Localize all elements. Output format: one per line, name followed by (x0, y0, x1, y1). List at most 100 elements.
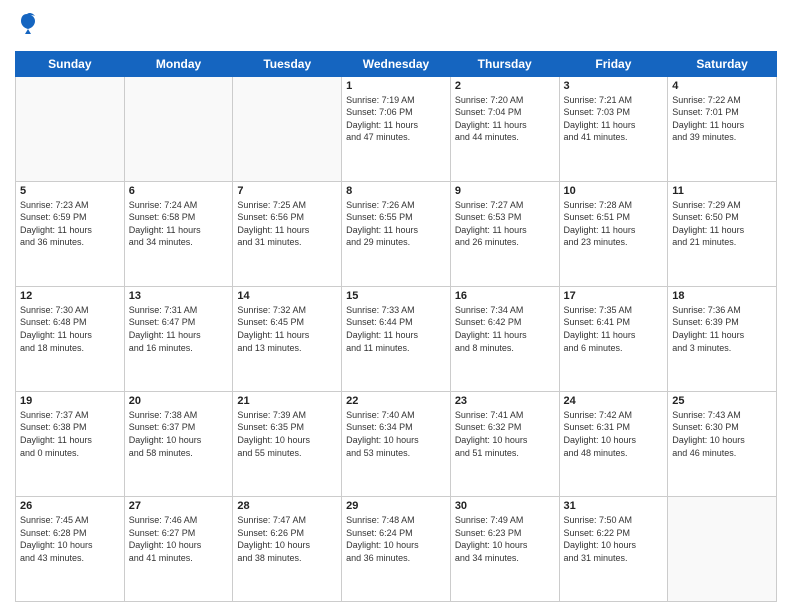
day-number: 23 (455, 395, 555, 407)
calendar-cell: 19 Sunrise: 7:37 AM Sunset: 6:38 PM Dayli… (16, 391, 125, 496)
day-info: Sunrise: 7:21 AM Sunset: 7:03 PM Dayligh… (564, 94, 664, 144)
calendar-cell: 25 Sunrise: 7:43 AM Sunset: 6:30 PM Dayli… (668, 391, 777, 496)
day-info: Sunrise: 7:27 AM Sunset: 6:53 PM Dayligh… (455, 199, 555, 249)
calendar-cell: 14 Sunrise: 7:32 AM Sunset: 6:45 PM Dayli… (233, 286, 342, 391)
day-number: 22 (346, 395, 446, 407)
calendar-cell: 1 Sunrise: 7:19 AM Sunset: 7:06 PM Daylig… (342, 76, 451, 181)
day-info: Sunrise: 7:23 AM Sunset: 6:59 PM Dayligh… (20, 199, 120, 249)
day-info: Sunrise: 7:31 AM Sunset: 6:47 PM Dayligh… (129, 304, 229, 354)
day-info: Sunrise: 7:47 AM Sunset: 6:26 PM Dayligh… (237, 514, 337, 564)
day-number: 30 (455, 500, 555, 512)
day-number: 19 (20, 395, 120, 407)
day-number: 18 (672, 290, 772, 302)
calendar-cell: 24Sunrise: 7:42 AM Sunset: 6:31 PM Dayli… (559, 391, 668, 496)
day-info: Sunrise: 7:28 AM Sunset: 6:51 PM Dayligh… (564, 199, 664, 249)
day-info: Sunrise: 7:39 AM Sunset: 6:35 PM Dayligh… (237, 409, 337, 459)
calendar-table: SundayMondayTuesdayWednesdayThursdayFrid… (15, 51, 777, 602)
header (15, 10, 777, 43)
day-number: 8 (346, 185, 446, 197)
calendar-cell: 20 Sunrise: 7:38 AM Sunset: 6:37 PM Dayli… (124, 391, 233, 496)
day-info: Sunrise: 7:29 AM Sunset: 6:50 PM Dayligh… (672, 199, 772, 249)
calendar-cell: 5 Sunrise: 7:23 AM Sunset: 6:59 PM Daylig… (16, 181, 125, 286)
day-info: Sunrise: 7:48 AM Sunset: 6:24 PM Dayligh… (346, 514, 446, 564)
calendar-cell: 28 Sunrise: 7:47 AM Sunset: 6:26 PM Dayli… (233, 496, 342, 601)
day-number: 2 (455, 80, 555, 92)
calendar-day-header: Sunday (16, 51, 125, 76)
calendar-cell: 30Sunrise: 7:49 AM Sunset: 6:23 PM Dayli… (450, 496, 559, 601)
day-info: Sunrise: 7:40 AM Sunset: 6:34 PM Dayligh… (346, 409, 446, 459)
day-info: Sunrise: 7:42 AM Sunset: 6:31 PM Dayligh… (564, 409, 664, 459)
day-number: 5 (20, 185, 120, 197)
calendar-week-row: 26 Sunrise: 7:45 AM Sunset: 6:28 PM Dayli… (16, 496, 777, 601)
calendar-cell: 15Sunrise: 7:33 AM Sunset: 6:44 PM Dayli… (342, 286, 451, 391)
calendar-cell: 2 Sunrise: 7:20 AM Sunset: 7:04 PM Daylig… (450, 76, 559, 181)
calendar-week-row: 12 Sunrise: 7:30 AM Sunset: 6:48 PM Dayli… (16, 286, 777, 391)
calendar-cell: 26 Sunrise: 7:45 AM Sunset: 6:28 PM Dayli… (16, 496, 125, 601)
calendar-cell (668, 496, 777, 601)
day-number: 26 (20, 500, 120, 512)
calendar-cell: 7Sunrise: 7:25 AM Sunset: 6:56 PM Daylig… (233, 181, 342, 286)
calendar-cell: 10 Sunrise: 7:28 AM Sunset: 6:51 PM Dayli… (559, 181, 668, 286)
calendar-cell (124, 76, 233, 181)
calendar-cell: 4Sunrise: 7:22 AM Sunset: 7:01 PM Daylig… (668, 76, 777, 181)
calendar-day-header: Friday (559, 51, 668, 76)
day-info: Sunrise: 7:20 AM Sunset: 7:04 PM Dayligh… (455, 94, 555, 144)
day-number: 21 (237, 395, 337, 407)
day-number: 28 (237, 500, 337, 512)
day-number: 12 (20, 290, 120, 302)
day-number: 3 (564, 80, 664, 92)
calendar-cell: 23 Sunrise: 7:41 AM Sunset: 6:32 PM Dayli… (450, 391, 559, 496)
day-info: Sunrise: 7:45 AM Sunset: 6:28 PM Dayligh… (20, 514, 120, 564)
day-number: 11 (672, 185, 772, 197)
day-number: 10 (564, 185, 664, 197)
calendar-cell: 17Sunrise: 7:35 AM Sunset: 6:41 PM Dayli… (559, 286, 668, 391)
day-number: 9 (455, 185, 555, 197)
calendar-day-header: Saturday (668, 51, 777, 76)
calendar-cell: 12 Sunrise: 7:30 AM Sunset: 6:48 PM Dayli… (16, 286, 125, 391)
calendar-week-row: 1 Sunrise: 7:19 AM Sunset: 7:06 PM Daylig… (16, 76, 777, 181)
calendar-cell: 3 Sunrise: 7:21 AM Sunset: 7:03 PM Daylig… (559, 76, 668, 181)
day-number: 25 (672, 395, 772, 407)
day-info: Sunrise: 7:25 AM Sunset: 6:56 PM Dayligh… (237, 199, 337, 249)
calendar-cell: 6Sunrise: 7:24 AM Sunset: 6:58 PM Daylig… (124, 181, 233, 286)
calendar-header-row: SundayMondayTuesdayWednesdayThursdayFrid… (16, 51, 777, 76)
day-number: 20 (129, 395, 229, 407)
day-info: Sunrise: 7:50 AM Sunset: 6:22 PM Dayligh… (564, 514, 664, 564)
calendar-cell: 22 Sunrise: 7:40 AM Sunset: 6:34 PM Dayli… (342, 391, 451, 496)
day-info: Sunrise: 7:32 AM Sunset: 6:45 PM Dayligh… (237, 304, 337, 354)
day-info: Sunrise: 7:19 AM Sunset: 7:06 PM Dayligh… (346, 94, 446, 144)
calendar-day-header: Tuesday (233, 51, 342, 76)
day-number: 27 (129, 500, 229, 512)
day-info: Sunrise: 7:37 AM Sunset: 6:38 PM Dayligh… (20, 409, 120, 459)
calendar-cell: 18 Sunrise: 7:36 AM Sunset: 6:39 PM Dayli… (668, 286, 777, 391)
day-number: 1 (346, 80, 446, 92)
calendar-cell (16, 76, 125, 181)
calendar-day-header: Monday (124, 51, 233, 76)
day-info: Sunrise: 7:22 AM Sunset: 7:01 PM Dayligh… (672, 94, 772, 144)
day-info: Sunrise: 7:30 AM Sunset: 6:48 PM Dayligh… (20, 304, 120, 354)
day-number: 14 (237, 290, 337, 302)
calendar-cell: 9 Sunrise: 7:27 AM Sunset: 6:53 PM Daylig… (450, 181, 559, 286)
day-info: Sunrise: 7:43 AM Sunset: 6:30 PM Dayligh… (672, 409, 772, 459)
day-info: Sunrise: 7:46 AM Sunset: 6:27 PM Dayligh… (129, 514, 229, 564)
day-info: Sunrise: 7:36 AM Sunset: 6:39 PM Dayligh… (672, 304, 772, 354)
day-number: 17 (564, 290, 664, 302)
day-info: Sunrise: 7:26 AM Sunset: 6:55 PM Dayligh… (346, 199, 446, 249)
day-number: 16 (455, 290, 555, 302)
day-number: 13 (129, 290, 229, 302)
day-info: Sunrise: 7:41 AM Sunset: 6:32 PM Dayligh… (455, 409, 555, 459)
calendar-cell: 21 Sunrise: 7:39 AM Sunset: 6:35 PM Dayli… (233, 391, 342, 496)
day-info: Sunrise: 7:34 AM Sunset: 6:42 PM Dayligh… (455, 304, 555, 354)
calendar-week-row: 19 Sunrise: 7:37 AM Sunset: 6:38 PM Dayli… (16, 391, 777, 496)
calendar-cell (233, 76, 342, 181)
calendar-cell: 8 Sunrise: 7:26 AM Sunset: 6:55 PM Daylig… (342, 181, 451, 286)
calendar-cell: 31Sunrise: 7:50 AM Sunset: 6:22 PM Dayli… (559, 496, 668, 601)
day-number: 15 (346, 290, 446, 302)
day-number: 6 (129, 185, 229, 197)
calendar-cell: 29Sunrise: 7:48 AM Sunset: 6:24 PM Dayli… (342, 496, 451, 601)
logo-bird-icon (17, 12, 37, 36)
calendar-cell: 16 Sunrise: 7:34 AM Sunset: 6:42 PM Dayli… (450, 286, 559, 391)
logo (15, 14, 37, 43)
calendar-day-header: Wednesday (342, 51, 451, 76)
day-info: Sunrise: 7:38 AM Sunset: 6:37 PM Dayligh… (129, 409, 229, 459)
